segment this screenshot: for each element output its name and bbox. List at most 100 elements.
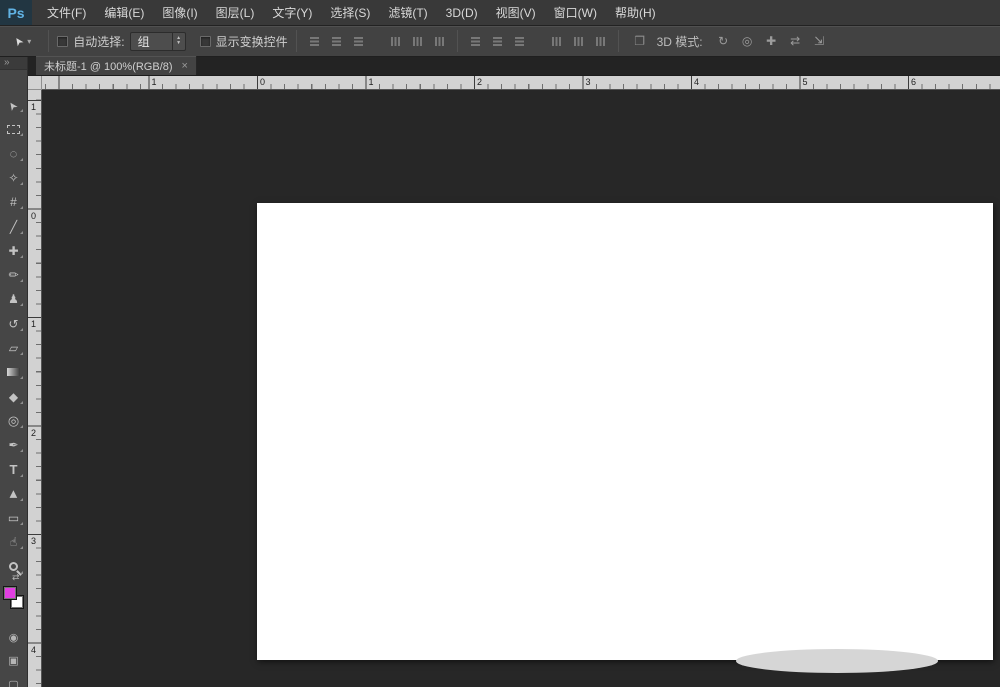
align-group-vertical: [305, 32, 368, 50]
rectangular-marquee-tool[interactable]: [0, 118, 27, 140]
auto-align-layers-button[interactable]: ❐: [627, 32, 653, 50]
distribute-top-edges-button[interactable]: [466, 32, 485, 50]
dodge-tool[interactable]: ◎: [0, 410, 27, 432]
eyedropper-tool[interactable]: ╱: [0, 216, 27, 238]
distribute-horizontal-centers-button[interactable]: [569, 32, 588, 50]
align-horizontal-centers-button[interactable]: [408, 32, 427, 50]
pen-tool[interactable]: ✒: [0, 434, 27, 456]
show-transform-option[interactable]: 显示变换控件: [200, 33, 288, 50]
lasso-tool[interactable]: ◌: [0, 143, 27, 165]
align-left-edges-button[interactable]: [386, 32, 405, 50]
3d-pan-camera-button[interactable]: ✚: [761, 32, 782, 50]
ruler-label: 1: [369, 77, 374, 87]
tool-icon: ↺: [8, 318, 18, 330]
3d-roll-camera-button[interactable]: ◎: [737, 32, 758, 50]
distribute-group-vertical: [466, 32, 529, 50]
auto-select-option[interactable]: 自动选择:: [57, 33, 124, 50]
distribute-left-edges-button[interactable]: [547, 32, 566, 50]
clone-stamp-tool[interactable]: ♟: [0, 288, 27, 310]
menu-item[interactable]: 文件(F): [38, 0, 95, 26]
stepper-down-icon: ▼: [176, 41, 181, 46]
photoshop-window: { "app": { "logo_text": "Ps" }, "menubar…: [0, 0, 1000, 687]
spot-healing-brush-tool[interactable]: ✚: [0, 240, 27, 262]
tool-icon: ▭: [8, 512, 19, 524]
document-canvas[interactable]: [257, 203, 993, 660]
ruler-label: 2: [477, 77, 482, 87]
separator: [618, 30, 619, 52]
tool-icon: ✧: [8, 172, 18, 184]
3d-slide-camera-button[interactable]: ⇄: [785, 32, 806, 50]
align-bottom-edges-button[interactable]: [349, 32, 368, 50]
screen-mode-button[interactable]: ▣: [0, 651, 27, 671]
menu-item[interactable]: 滤镜(T): [379, 0, 436, 26]
document-area: 未标题-1 @ 100%(RGB/8) × 10123456 101234: [28, 57, 1000, 687]
menu-item[interactable]: 帮助(H): [606, 0, 665, 26]
menu-item[interactable]: 文字(Y): [263, 0, 321, 26]
collapse-tools-icon[interactable]: »: [0, 57, 27, 70]
menu-item[interactable]: 窗口(W): [545, 0, 606, 26]
hand-tool[interactable]: ☝: [0, 531, 27, 553]
screen-mode-alt-button[interactable]: ▢: [0, 674, 27, 687]
foreground-color-swatch[interactable]: [3, 586, 17, 600]
mode-3d-group: ↻◎✚⇄⇲: [713, 32, 830, 50]
align-vertical-centers-button[interactable]: [327, 32, 346, 50]
quick-selection-tool[interactable]: ✧: [0, 167, 27, 189]
crop-tool[interactable]: #: [0, 191, 27, 213]
ruler-label: 0: [260, 77, 265, 87]
separator: [48, 30, 49, 52]
tool-icon: ▶: [8, 490, 18, 498]
3d-zoom-camera-button[interactable]: ⇲: [809, 32, 830, 50]
gradient-tool[interactable]: [0, 361, 27, 383]
tool-icon: [7, 125, 20, 134]
menu-item[interactable]: 3D(D): [437, 0, 487, 26]
options-bar: ➤ ▾ 自动选择: 组 ▲ ▼ 显示变换控件 ❐ 3D 模式: ↻◎✚⇄⇲: [0, 26, 1000, 57]
vertical-ruler[interactable]: 101234: [28, 90, 42, 687]
tool-icon: [7, 368, 20, 376]
swap-colors-icon[interactable]: ⇄: [12, 572, 20, 583]
mode-3d-label: 3D 模式:: [657, 33, 703, 50]
distribute-right-edges-button[interactable]: [591, 32, 610, 50]
auto-select-checkbox[interactable]: [57, 36, 68, 47]
align-top-edges-button[interactable]: [305, 32, 324, 50]
blur-tool[interactable]: ◆: [0, 386, 27, 408]
separator: [296, 30, 297, 52]
distribute-bottom-edges-button[interactable]: [510, 32, 529, 50]
show-transform-checkbox[interactable]: [200, 36, 211, 47]
quick-mask-button[interactable]: ◉: [0, 627, 27, 647]
type-tool[interactable]: T: [0, 459, 27, 481]
history-brush-tool[interactable]: ↺: [0, 313, 27, 335]
chevron-down-icon: ▾: [27, 37, 31, 46]
menu-item[interactable]: 选择(S): [321, 0, 379, 26]
rectangle-tool[interactable]: ▭: [0, 507, 27, 529]
tool-icon: ✏: [8, 269, 18, 281]
document-tab[interactable]: 未标题-1 @ 100%(RGB/8) ×: [36, 56, 197, 75]
tool-icon: ◆: [9, 391, 18, 403]
tool-icon: #: [10, 196, 17, 208]
tool-icon: ♟: [8, 293, 19, 305]
path-selection-tool[interactable]: ▶: [0, 483, 27, 505]
brush-tool[interactable]: ✏: [0, 264, 27, 286]
group-select-dropdown[interactable]: 组 ▲ ▼: [130, 32, 186, 51]
ruler-label: 2: [31, 428, 36, 438]
move-tool[interactable]: ➤: [0, 94, 27, 116]
dropdown-stepper-icon[interactable]: ▲ ▼: [172, 33, 185, 50]
document-tab-bar: 未标题-1 @ 100%(RGB/8) ×: [28, 57, 1000, 76]
move-tool-preset[interactable]: ➤ ▾: [10, 33, 35, 50]
menu-item[interactable]: 图层(L): [207, 0, 264, 26]
menu-item[interactable]: 图像(I): [153, 0, 206, 26]
eraser-tool[interactable]: ▱: [0, 337, 27, 359]
move-tool-icon: ➤: [11, 33, 27, 48]
menu-item[interactable]: 视图(V): [487, 0, 545, 26]
pasteboard[interactable]: [42, 90, 1000, 687]
tool-icon: ◎: [8, 414, 19, 427]
ruler-corner[interactable]: [28, 76, 42, 90]
horizontal-ruler[interactable]: 10123456: [42, 76, 1000, 90]
align-right-edges-button[interactable]: [430, 32, 449, 50]
menu-item[interactable]: 编辑(E): [95, 0, 153, 26]
ruler-label: 3: [31, 536, 36, 546]
3d-rotate-camera-button[interactable]: ↻: [713, 32, 734, 50]
smudge-artifact: [736, 649, 938, 673]
distribute-vertical-centers-button[interactable]: [488, 32, 507, 50]
tab-close-icon[interactable]: ×: [182, 60, 188, 72]
ruler-label: 1: [152, 77, 157, 87]
